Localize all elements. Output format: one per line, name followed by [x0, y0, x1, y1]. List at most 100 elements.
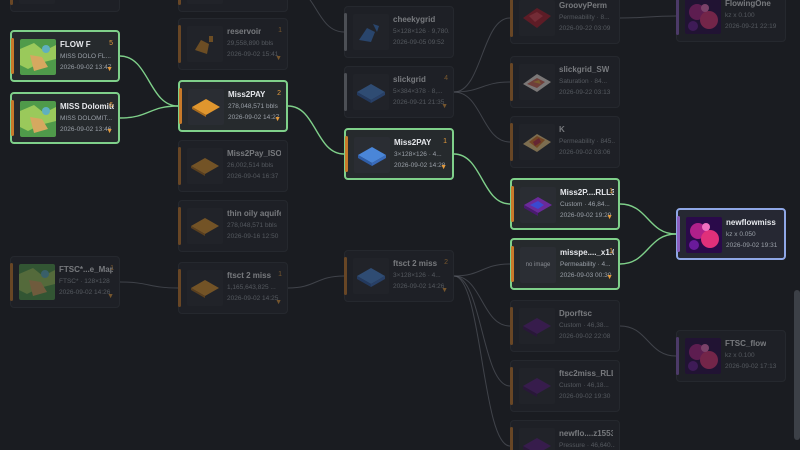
node-card[interactable]: slickgrid_SW Saturation · 84... 2026-09-22… — [510, 56, 620, 108]
node-title: Miss2Pay_ISO — [227, 149, 281, 158]
node-title: Dporftsc — [559, 309, 592, 318]
node-card[interactable]: newflowmiss kz x 0.050 2026-09-02 19:31 — [676, 208, 786, 260]
node-date: 2026-09-05 09:52 — [393, 39, 445, 46]
node-card[interactable]: Dporftsc Custom · 46,38... 2026-09-02 22:0… — [510, 300, 620, 352]
node-card[interactable] — [10, 0, 120, 12]
node-type-bar — [178, 0, 181, 5]
node-card[interactable]: GroovyPerm Permeability · 8... 2026-09-22 … — [510, 0, 620, 44]
node-card[interactable]: K Permeability · 845... 2026-09-02 03:06 — [510, 116, 620, 168]
lineage-graph-canvas[interactable]: FLOW F MISS DOLO FL... 2026-09-02 13:47 5 ▼ M… — [0, 0, 800, 450]
node-card[interactable]: slickgrid 5×384×378 · 8,... 2026-09-21 21:… — [344, 66, 454, 118]
node-type-bar — [11, 100, 14, 136]
node-card[interactable]: FlowingOne kz x 0.100 2026-09-21 22:19 — [676, 0, 786, 42]
node-date: 2026-09-02 14:25 — [227, 295, 279, 302]
child-count-badge: 2 — [444, 259, 448, 266]
expand-caret-icon[interactable]: ▼ — [440, 164, 447, 171]
node-thumbnail — [188, 89, 224, 125]
node-card[interactable]: ftsc2miss_RLL3 Custom · 46,18... 2026-09-0… — [510, 360, 620, 412]
node-thumbnail — [519, 368, 555, 404]
node-type-bar — [676, 337, 679, 375]
node-subtitle: kz x 0.050 — [726, 231, 756, 238]
node-date: 2026-09-02 22:08 — [559, 333, 611, 340]
expand-caret-icon[interactable]: ▼ — [441, 103, 448, 110]
child-count-badge: 1 — [609, 248, 613, 255]
node-title: newflo....z15538 — [559, 429, 613, 438]
node-card[interactable]: reservoir 29,558,890 bbls 2026-09-02 15:41… — [178, 18, 288, 70]
connection-edge — [119, 281, 179, 289]
node-date: 2026-09-22 03:09 — [559, 25, 611, 32]
connection-edge — [453, 275, 511, 327]
node-card[interactable]: FTSC*...e_Map FTSC* · 128×128 2026-09-02 1… — [10, 256, 120, 308]
connection-edge — [453, 153, 511, 205]
node-date: 2026-09-02 15:41 — [227, 51, 279, 58]
connection-edge — [453, 81, 511, 93]
node-thumbnail — [685, 0, 721, 34]
node-card[interactable]: thin oily aquifer 278,048,571 bbls 2026-09… — [178, 200, 288, 252]
node-card[interactable]: no image misspe...._x1.00 Permeability · 4… — [510, 238, 620, 290]
child-count-badge: 1 — [609, 188, 613, 195]
node-date: 2026-09-04 16:37 — [227, 173, 279, 180]
node-date: 2026-09-02 19:29 — [560, 212, 612, 219]
node-card[interactable]: Miss2P....RLL3_2 Custom · 46,84... 2026-09… — [510, 178, 620, 230]
node-thumbnail — [187, 148, 223, 184]
connection-edge — [287, 275, 345, 289]
node-card[interactable]: ftsct 2 miss 3×128×126 · 4... 2026-09-02 1… — [344, 250, 454, 302]
node-type-bar — [510, 367, 513, 405]
connection-edge — [453, 275, 511, 387]
node-type-bar — [344, 257, 347, 295]
node-card[interactable]: Miss2PAY 278,048,571 bbls 2026-09-02 14:27… — [178, 80, 288, 132]
connection-edge — [619, 233, 677, 265]
node-title: MISS Dolomite — [60, 102, 114, 111]
node-thumbnail — [20, 39, 56, 75]
node-type-bar — [178, 207, 181, 245]
node-thumbnail — [353, 14, 389, 50]
node-thumbnail — [19, 264, 55, 300]
expand-caret-icon[interactable]: ▼ — [106, 66, 113, 73]
node-card[interactable] — [178, 0, 288, 12]
node-card[interactable]: ftsct 2 miss 1,165,643,825 ... 2026-09-02 … — [178, 262, 288, 314]
node-date: 2026-09-02 19:30 — [559, 393, 611, 400]
node-thumbnail — [686, 217, 722, 253]
connection-edge — [119, 105, 179, 119]
node-subtitle: Permeability · 845... — [559, 138, 615, 145]
expand-caret-icon[interactable]: ▼ — [274, 116, 281, 123]
expand-caret-icon[interactable]: ▼ — [107, 293, 114, 300]
node-type-bar — [178, 269, 181, 307]
node-title: FLOW F — [60, 40, 91, 49]
expand-caret-icon[interactable]: ▼ — [606, 214, 613, 221]
node-thumbnail — [19, 0, 55, 4]
child-count-badge: 4 — [444, 75, 448, 82]
node-card[interactable]: cheekygrid 5×128×126 · 9,780... 2026-09-05… — [344, 6, 454, 58]
node-title: slickgrid — [393, 75, 426, 84]
node-type-bar — [511, 246, 514, 282]
node-subtitle: Custom · 46,38... — [559, 322, 609, 329]
node-title: slickgrid_SW — [559, 65, 610, 74]
node-card[interactable]: FLOW F MISS DOLO FL... 2026-09-02 13:47 5 ▼ — [10, 30, 120, 82]
node-type-bar — [510, 123, 513, 161]
node-type-bar — [179, 88, 182, 124]
expand-caret-icon[interactable]: ▼ — [441, 287, 448, 294]
expand-caret-icon[interactable]: ▼ — [275, 299, 282, 306]
expand-caret-icon[interactable]: ▼ — [106, 128, 113, 135]
node-card[interactable]: MISS Dolomite MISS DOLOMIT... 2026-09-02 1… — [10, 92, 120, 144]
node-title: cheekygrid — [393, 15, 436, 24]
node-date: 2026-09-02 19:31 — [726, 242, 778, 249]
node-subtitle: FTSC* · 128×128 — [59, 278, 110, 285]
node-card[interactable]: Miss2PAY 3×128×126 · 4... 2026-09-02 14:28… — [344, 128, 454, 180]
expand-caret-icon[interactable]: ▼ — [606, 274, 613, 281]
node-date: 2026-09-02 03:06 — [559, 149, 611, 156]
node-type-bar — [511, 186, 514, 222]
expand-caret-icon[interactable]: ▼ — [275, 55, 282, 62]
vertical-scrollbar[interactable] — [794, 290, 800, 440]
node-card[interactable]: Miss2Pay_ISO 26,002,514 bbls 2026-09-04 16… — [178, 140, 288, 192]
node-subtitle: Pressure · 46,640... — [559, 442, 615, 449]
node-subtitle: Custom · 46,84... — [560, 201, 610, 208]
node-card[interactable]: FTSC_flow kz x 0.100 2026-09-02 17:13 — [676, 330, 786, 382]
node-card[interactable]: newflo....z15538 Pressure · 46,640... — [510, 420, 620, 450]
node-date: 2026-09-02 14:26 — [59, 289, 111, 296]
node-title: FlowingOne — [725, 0, 771, 8]
node-date: 2026-09-16 12:50 — [227, 233, 279, 240]
node-title: Miss2PAY — [394, 138, 432, 147]
node-date: 2026-09-21 22:19 — [725, 23, 777, 30]
node-title: K — [559, 125, 565, 134]
